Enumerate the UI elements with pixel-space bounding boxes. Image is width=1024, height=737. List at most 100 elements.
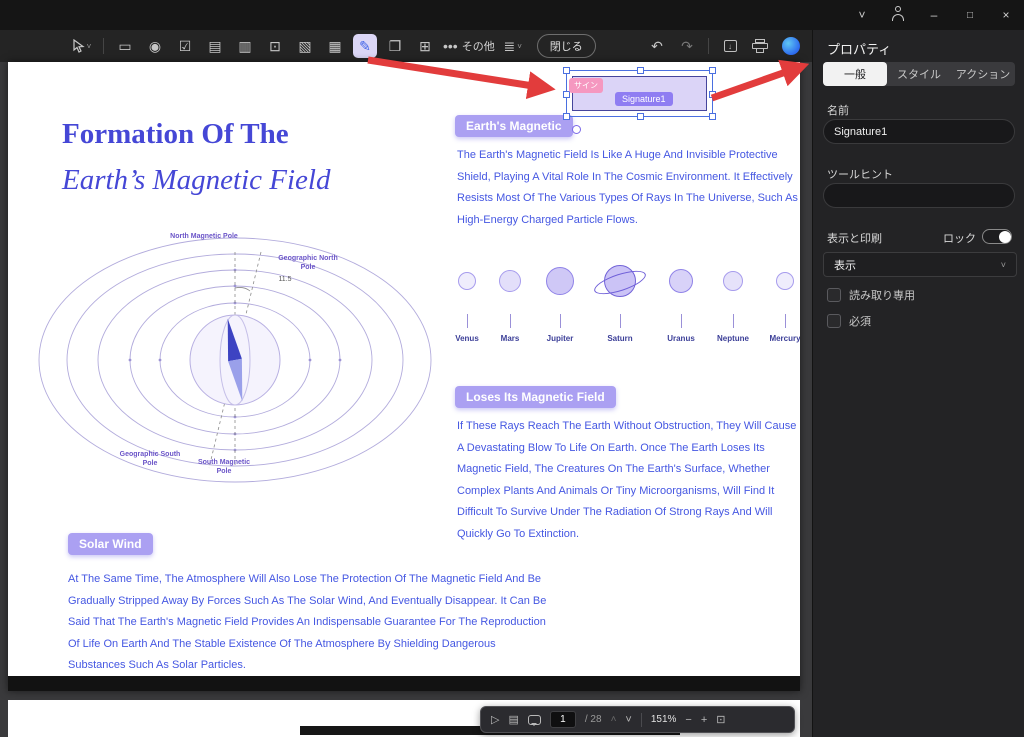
cursor-icon [73,39,85,53]
maximize-button[interactable]: □ [952,0,988,30]
label-north-magnetic-pole: North Magnetic Pole [170,233,238,240]
print-button[interactable] [748,34,772,58]
rotate-handle[interactable] [572,125,581,134]
planet-label: Saturn [607,334,633,343]
tab-action[interactable]: アクション [951,62,1015,86]
minimize-button[interactable]: – [916,0,952,30]
planet-label: Mercury [769,334,800,343]
label-axis-angle: 11.5 [278,276,292,283]
panel-tabs: 一般 スタイル アクション [823,62,1015,86]
display-select[interactable]: 表示 ˅ [823,252,1017,277]
planet-tick [784,314,786,328]
resize-handle-s[interactable] [637,113,644,120]
planet-tick [732,314,734,328]
lock-toggle[interactable] [982,229,1012,244]
more-tools-button[interactable]: ••• その他 [443,34,495,58]
name-input[interactable] [823,119,1015,144]
zoom-out-button[interactable]: − [685,714,691,726]
planet-jupiter: Jupiter [532,252,588,343]
resize-handle-ne[interactable] [709,67,716,74]
radio-field-tool[interactable]: ◉ [143,34,167,58]
planet-mars: Mars [482,252,538,343]
window-controls: ˅ – □ × [844,0,1024,30]
align-tool[interactable]: ≣ ˅ [501,34,525,58]
required-label: 必須 [849,316,871,328]
planet-circle [669,269,693,293]
planet-label: Neptune [717,334,749,343]
planet-tick [509,314,511,328]
resize-handle-e[interactable] [709,91,716,98]
assistant-icon[interactable] [782,37,800,55]
tooltip-input[interactable] [823,183,1015,208]
pdf-page[interactable]: Formation Of The Earth’s Magnetic Field [8,62,800,691]
section-text-1: The Earth's Magnetic Field Is Like A Hug… [457,149,798,226]
planet-circle [604,265,636,297]
display-print-label: 表示と印刷 [827,233,882,245]
label-south-magnetic-pole: South Magnetic Pole [197,459,251,475]
toggle-knob [999,230,1011,243]
label-geographic-north-pole: Geographic North Pole [278,255,338,271]
undo-button[interactable]: ↶ [645,34,669,58]
signature-type-tag: サイン [569,78,603,93]
tab-style[interactable]: スタイル [887,62,951,86]
date-field-tool[interactable]: ▦ [323,34,347,58]
planet-circle [499,270,521,292]
toolbar-divider [708,38,709,54]
readonly-row: 読み取り専用 [827,287,915,303]
chevron-down-icon[interactable]: ˅ [844,0,880,30]
zoom-in-button[interactable]: + [701,714,707,726]
planet-uranus: Uranus [653,252,709,343]
readonly-label: 読み取り専用 [849,290,915,302]
listbox-field-tool[interactable]: ▥ [233,34,257,58]
section-text-2: If These Rays Reach The Earth Without Ob… [457,420,797,540]
resize-handle-nw[interactable] [563,67,570,74]
text-field-tool[interactable]: ⊡ [263,34,287,58]
resize-handle-se[interactable] [709,113,716,120]
planet-label: Jupiter [546,334,574,343]
next-page-button[interactable]: ˅ [625,714,631,726]
required-checkbox[interactable] [827,314,841,328]
close-form-editing-button[interactable]: 閉じる [536,34,596,58]
section-text-3: At The Same Time, The Atmosphere Will Al… [68,573,547,671]
page-navigation-bar: ▷ ▤ / 28 ˄ ˅ 151% − + ⊡ [480,706,795,733]
printer-icon [752,39,768,53]
resize-handle-sw[interactable] [563,113,570,120]
grid-tool[interactable]: ⊞ [413,34,437,58]
planet-tick [680,314,682,328]
align-icon: ≣ [503,37,516,54]
lock-label: ロック [943,233,976,245]
presentation-mode-icon[interactable]: ▷ [491,713,499,726]
account-icon[interactable] [880,0,916,30]
redo-button[interactable]: ↷ [675,34,699,58]
resize-handle-n[interactable] [637,67,644,74]
person-head-icon [895,6,901,12]
planet-saturn: Saturn [592,252,648,343]
button-field-tool[interactable]: ▭ [113,34,137,58]
image-field-tool[interactable]: ▧ [293,34,317,58]
planet-tick [559,314,561,328]
stamp-tool[interactable]: ❐ [383,34,407,58]
navbar-divider [640,712,642,727]
checkbox-field-tool[interactable]: ☑ [173,34,197,58]
select-tool[interactable]: ˅ [70,34,94,58]
readonly-checkbox[interactable] [827,288,841,302]
previous-page-button[interactable]: ˄ [611,714,617,725]
sidebar-panel-icon[interactable]: ▤ [508,713,518,726]
magnetic-field-diagram [38,237,432,483]
comment-icon[interactable] [527,714,541,726]
export-button[interactable]: ↓ [718,34,742,58]
zoom-level-label[interactable]: 151% [651,714,677,725]
signature-field-tool[interactable]: ✎ [353,34,377,58]
fit-page-icon[interactable]: ⊡ [716,713,725,726]
page-number-input[interactable] [549,711,576,728]
page-total-label: / 28 [584,714,602,725]
signature-field-selection[interactable]: サイン Signature1 [563,67,716,134]
signature-name-badge: Signature1 [615,92,673,106]
tab-general[interactable]: 一般 [823,62,887,86]
combobox-field-tool[interactable]: ▤ [203,34,227,58]
properties-panel: プロパティ 一般 スタイル アクション 名前 ツールヒント 表示と印刷 ロック … [812,30,1024,737]
close-button[interactable]: × [988,0,1024,30]
section-badge-solar-wind: Solar Wind [68,533,153,555]
required-row: 必須 [827,313,871,329]
person-body-icon [892,14,904,21]
